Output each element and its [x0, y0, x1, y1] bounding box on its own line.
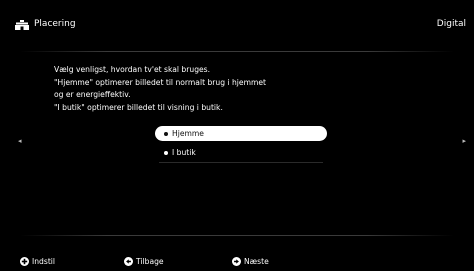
- option-i-butik[interactable]: I butik: [155, 145, 327, 163]
- left-arrow-icon[interactable]: ◂: [18, 137, 22, 145]
- usage-options-list: Hjemme I butik: [155, 126, 327, 164]
- right-arrow-icon[interactable]: ▸: [462, 137, 466, 145]
- description-line: og er energieffektiv.: [54, 90, 131, 99]
- page-title: Placering: [34, 19, 76, 29]
- description-line: "Hjemme" optimerer billedet til normalt …: [54, 77, 267, 87]
- naeste-label: Næste: [244, 257, 269, 266]
- option-hjemme[interactable]: Hjemme: [155, 126, 327, 141]
- naeste-button[interactable]: Næste: [232, 255, 269, 269]
- option-label: I butik: [172, 148, 196, 157]
- back-arrow-circle-icon: [124, 256, 133, 266]
- option-label: Hjemme: [172, 129, 204, 138]
- shop-icon: [15, 20, 29, 30]
- input-source-label: Digital: [436, 19, 466, 29]
- bullet-icon: [164, 151, 168, 155]
- bottom-divider: [20, 235, 454, 236]
- description-line: "I butik" optimerer billedet til visning…: [54, 102, 223, 112]
- description-line: Vælg venligst, hvordan tv'et skal bruges…: [54, 65, 211, 74]
- indstil-label: Indstil: [32, 257, 56, 266]
- tilbage-label: Tilbage: [136, 257, 164, 266]
- next-arrow-circle-icon: [232, 256, 241, 266]
- footer-bar: Indstil Tilbage Næste: [0, 252, 474, 271]
- indstil-button[interactable]: Indstil: [20, 255, 55, 269]
- header-bar: Placering Digital: [0, 0, 474, 40]
- description-text: Vælg venligst, hvordan tv'et skal bruges…: [54, 64, 354, 114]
- plus-circle-icon: [20, 256, 29, 266]
- tilbage-button[interactable]: Tilbage: [124, 255, 164, 269]
- top-divider: [20, 51, 454, 52]
- tv-menu-screen: Placering Digital ◂ ▸ Vælg venligst, hvo…: [0, 0, 474, 271]
- bullet-icon: [164, 132, 168, 136]
